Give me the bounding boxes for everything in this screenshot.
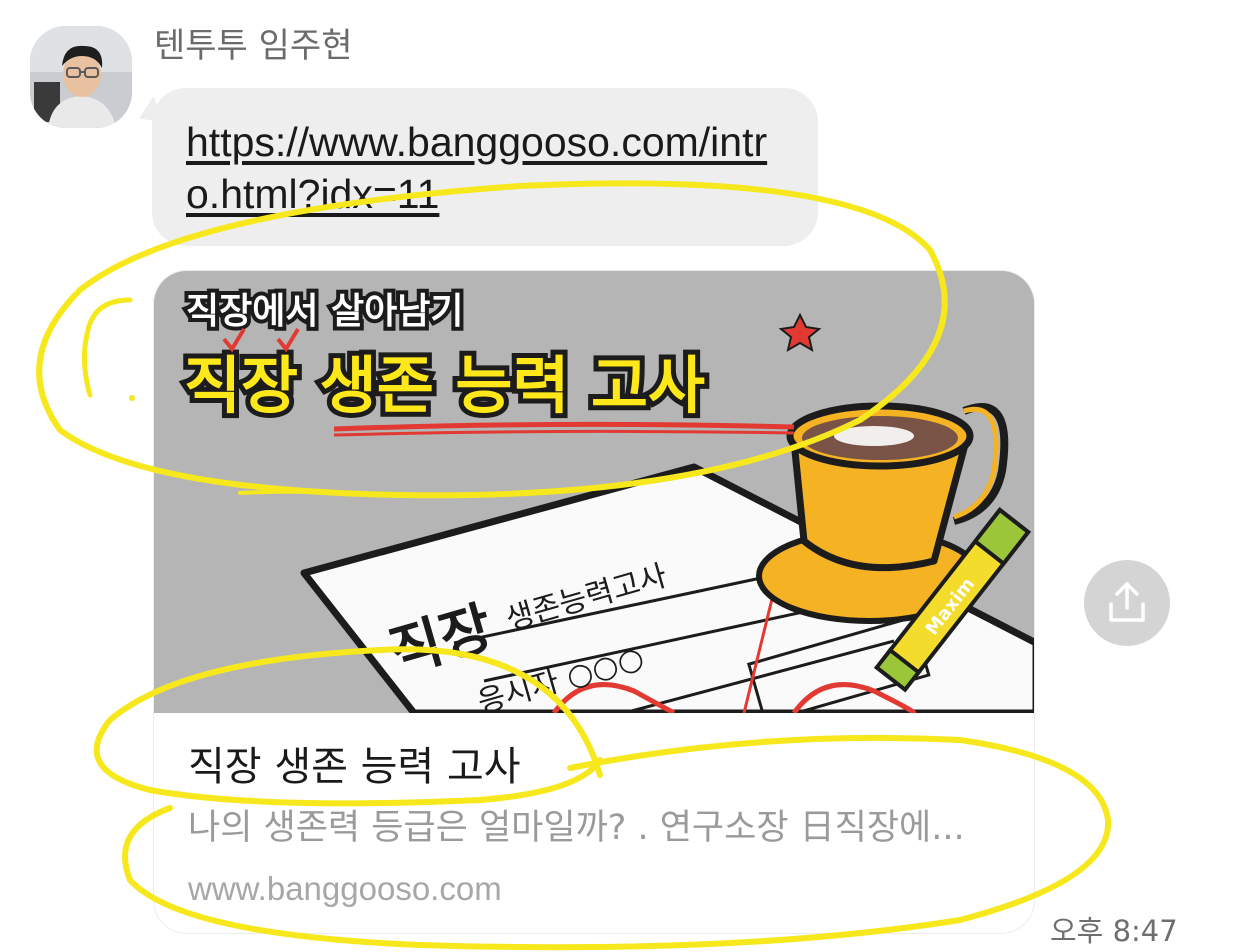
avatar-photo-icon (30, 26, 132, 128)
preview-thumbnail[interactable]: Maxim 직장 생존능력고사 응시자 ○○○ 직장에서 살아남기 직장 생존 … (154, 271, 1034, 713)
preview-domain: www.banggooso.com (188, 870, 502, 907)
message-link[interactable]: https://www.banggooso.com/intro.html?idx… (186, 116, 801, 220)
share-button[interactable] (1084, 560, 1170, 646)
share-icon (1109, 582, 1145, 622)
message-timestamp: 오후 8:47 (1050, 914, 1178, 948)
sender-avatar[interactable] (30, 26, 132, 128)
thumbnail-subtitle: 직장에서 살아남기 (186, 291, 464, 332)
link-preview-card[interactable]: Maxim 직장 생존능력고사 응시자 ○○○ 직장에서 살아남기 직장 생존 … (153, 270, 1035, 934)
preview-title[interactable]: 직장 생존 능력 고사 (188, 741, 521, 793)
sender-name: 텐투투 임주현 (154, 26, 353, 66)
chat-screen: 텐투투 임주현 https://www.banggooso.com/intro.… (0, 0, 1242, 952)
thumbnail-illustration: Maxim 직장 생존능력고사 응시자 ○○○ 직장에서 살아남기 직장 생존 … (154, 271, 1034, 713)
thumbnail-headline: 직장 생존 능력 고사 (184, 349, 705, 422)
preview-description: 나의 생존력 등급은 얼마일까? . 연구소장 日직장에... (188, 808, 965, 848)
